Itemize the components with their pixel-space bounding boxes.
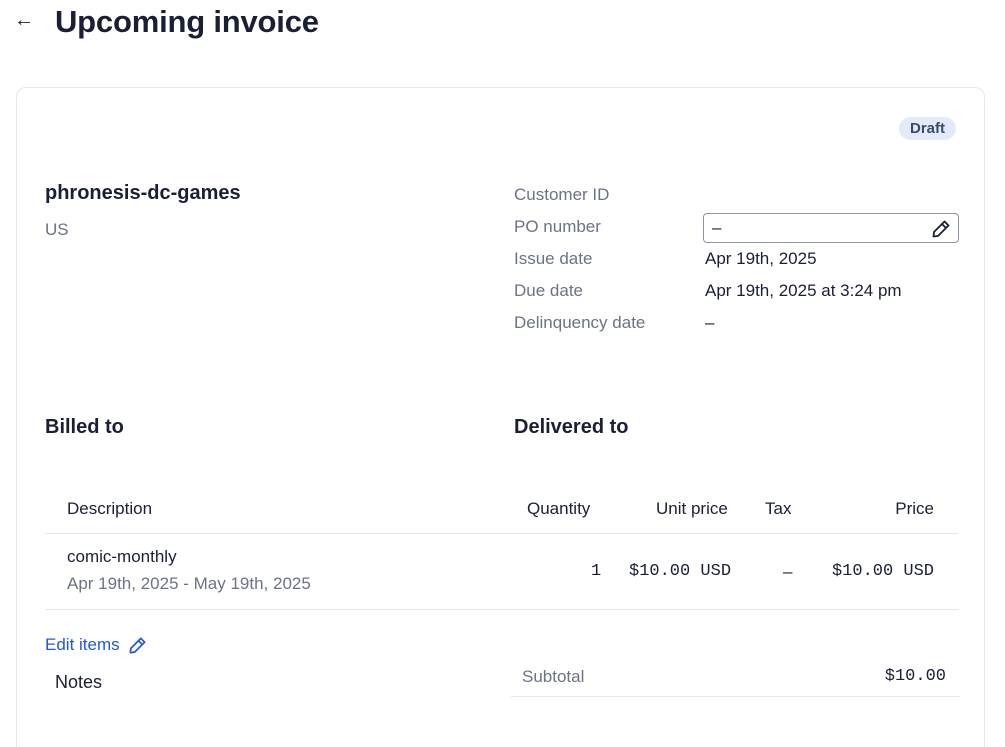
company-country: US	[45, 220, 69, 239]
subtotal-divider	[511, 696, 960, 697]
line-item-price: $10.00 USD	[831, 562, 934, 581]
line-item-period: Apr 19th, 2025 - May 19th, 2025	[67, 574, 311, 593]
column-header-price: Price	[895, 499, 934, 518]
column-header-tax: Tax	[765, 499, 792, 518]
invoice-page: ← Upcoming invoice Draft phronesis-dc-ga…	[0, 0, 1005, 747]
back-arrow-icon[interactable]: ←	[14, 8, 34, 32]
due-date-label: Due date	[514, 281, 583, 300]
due-date-value: Apr 19th, 2025 at 3:24 pm	[705, 281, 902, 300]
delinquency-date-label: Delinquency date	[514, 313, 646, 332]
issue-date-value: Apr 19th, 2025	[705, 249, 817, 268]
invoice-card: Draft phronesis-dc-games US Customer ID …	[16, 87, 985, 747]
line-item-quantity: 1	[591, 562, 602, 581]
company-name: phronesis-dc-games	[45, 182, 241, 204]
table-row-divider	[45, 609, 958, 610]
edit-items-label: Edit items	[45, 635, 120, 654]
column-header-unit-price: Unit price	[656, 499, 728, 518]
notes-label: Notes	[55, 672, 103, 692]
po-number-input[interactable]	[703, 213, 959, 243]
edit-items-link[interactable]: Edit items	[45, 635, 147, 655]
subtotal-value: $10.00	[884, 667, 946, 686]
line-item-tax: –	[783, 562, 793, 581]
column-header-quantity: Quantity	[527, 499, 591, 518]
issue-date-label: Issue date	[514, 249, 593, 268]
table-header-divider	[45, 533, 958, 534]
billed-to-heading: Billed to	[45, 416, 124, 438]
line-item-description: comic-monthly	[67, 547, 177, 566]
pencil-icon	[129, 637, 146, 653]
delivered-to-heading: Delivered to	[514, 416, 629, 438]
pencil-icon[interactable]	[931, 219, 951, 239]
page-title: Upcoming invoice	[55, 4, 319, 39]
column-header-description: Description	[67, 499, 153, 518]
delinquency-date-value: –	[705, 313, 715, 332]
customer-id-label: Customer ID	[514, 185, 610, 204]
line-item-unit-price: $10.00 USD	[629, 562, 732, 581]
subtotal-label: Subtotal	[522, 667, 585, 686]
status-badge: Draft	[898, 117, 956, 140]
po-number-label: PO number	[514, 217, 601, 236]
